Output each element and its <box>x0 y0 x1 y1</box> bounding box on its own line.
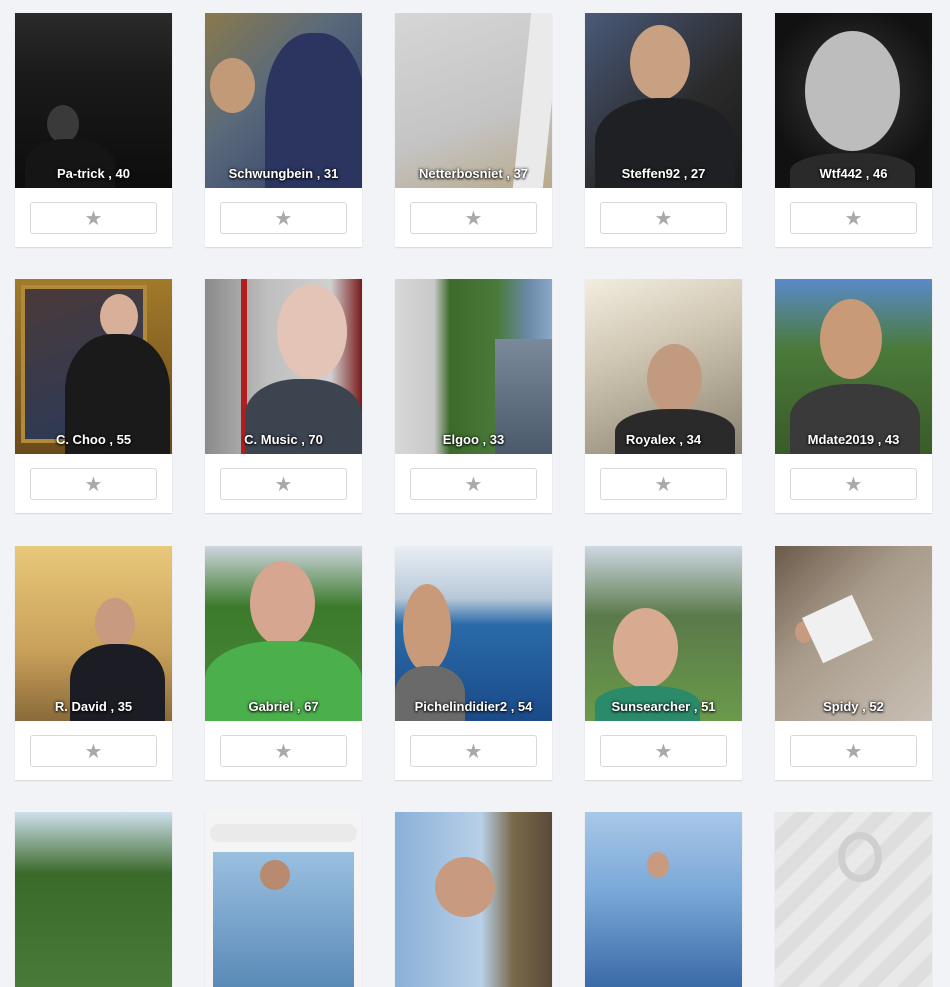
profile-photo[interactable]: Royalex , 34 <box>585 279 742 454</box>
profile-card[interactable]: Gabriel , 67 ★ <box>205 546 362 780</box>
user-placeholder-icon <box>838 832 882 882</box>
star-icon: ★ <box>464 206 483 230</box>
profile-card[interactable] <box>205 812 362 987</box>
star-icon: ★ <box>84 206 103 230</box>
star-icon: ★ <box>844 472 863 496</box>
favorite-button[interactable]: ★ <box>600 468 727 500</box>
profile-name-age: Sunsearcher , 51 <box>611 699 716 714</box>
profile-photo[interactable]: Sunsearcher , 51 <box>585 546 742 721</box>
profile-name-age: R. David , 35 <box>54 699 133 714</box>
profile-card[interactable]: Mdate2019 , 43 ★ <box>775 279 932 513</box>
profile-photo[interactable]: Pichelindidier2 , 54 <box>395 546 552 721</box>
star-icon: ★ <box>654 739 673 763</box>
favorite-button[interactable]: ★ <box>220 468 347 500</box>
profile-name-age: Elgoo , 33 <box>442 432 505 447</box>
star-icon: ★ <box>654 206 673 230</box>
profile-photo[interactable]: Pa-trick , 40 <box>15 13 172 188</box>
profile-photo[interactable] <box>15 812 172 987</box>
star-icon: ★ <box>84 472 103 496</box>
star-icon: ★ <box>464 739 483 763</box>
profile-name-age: Pa-trick , 40 <box>57 166 130 181</box>
favorite-button[interactable]: ★ <box>30 468 157 500</box>
profile-card[interactable]: Elgoo , 33 ★ <box>395 279 552 513</box>
profile-name-age: Wtf442 , 46 <box>819 166 888 181</box>
profile-name-age: Pichelindidier2 , 54 <box>414 699 533 714</box>
profile-name-age: Spidy , 52 <box>823 699 884 714</box>
profile-photo[interactable] <box>205 812 362 987</box>
profile-card[interactable]: Schwungbein , 31 ★ <box>205 13 362 247</box>
profile-photo[interactable]: Gabriel , 67 <box>205 546 362 721</box>
profile-card[interactable] <box>395 812 552 987</box>
profile-card[interactable]: Royalex , 34 ★ <box>585 279 742 513</box>
profile-photo[interactable]: R. David , 35 <box>15 546 172 721</box>
profile-card[interactable] <box>15 812 172 987</box>
profile-photo[interactable]: C. Choo , 55 <box>15 279 172 454</box>
star-icon: ★ <box>844 739 863 763</box>
star-icon: ★ <box>84 739 103 763</box>
profile-card[interactable]: Netterbosniet , 37 ★ <box>395 13 552 247</box>
profile-card[interactable]: Wtf442 , 46 ★ <box>775 13 932 247</box>
favorite-button[interactable]: ★ <box>410 468 537 500</box>
star-icon: ★ <box>654 472 673 496</box>
favorite-button[interactable]: ★ <box>410 202 537 234</box>
star-icon: ★ <box>274 206 293 230</box>
profile-name-age: Royalex , 34 <box>625 432 702 447</box>
favorite-button[interactable]: ★ <box>600 735 727 767</box>
favorite-button[interactable]: ★ <box>30 202 157 234</box>
profile-card[interactable]: C. Music , 70 ★ <box>205 279 362 513</box>
profile-photo[interactable]: Netterbosniet , 37 <box>395 13 552 188</box>
star-icon: ★ <box>464 472 483 496</box>
star-icon: ★ <box>274 472 293 496</box>
favorite-button[interactable]: ★ <box>220 202 347 234</box>
favorite-button[interactable]: ★ <box>600 202 727 234</box>
profile-card[interactable]: Sunsearcher , 51 ★ <box>585 546 742 780</box>
profile-name-age: C. Music , 70 <box>244 432 323 447</box>
profile-card[interactable]: Spidy , 52 ★ <box>775 546 932 780</box>
profile-card[interactable] <box>585 812 742 987</box>
profile-card[interactable]: R. David , 35 ★ <box>15 546 172 780</box>
placeholder-photo[interactable] <box>775 812 932 987</box>
profile-name-age: Schwungbein , 31 <box>228 166 339 181</box>
profile-photo[interactable]: Elgoo , 33 <box>395 279 552 454</box>
profile-name-age: Steffen92 , 27 <box>621 166 706 181</box>
favorite-button[interactable]: ★ <box>220 735 347 767</box>
favorite-button[interactable]: ★ <box>410 735 537 767</box>
favorite-button[interactable]: ★ <box>790 202 917 234</box>
star-icon: ★ <box>844 206 863 230</box>
profile-name-age: Netterbosniet , 37 <box>418 166 529 181</box>
profile-photo[interactable]: Steffen92 , 27 <box>585 13 742 188</box>
favorite-button[interactable]: ★ <box>790 468 917 500</box>
favorite-button[interactable]: ★ <box>790 735 917 767</box>
star-icon: ★ <box>274 739 293 763</box>
profile-photo[interactable]: C. Music , 70 <box>205 279 362 454</box>
profile-card[interactable] <box>775 812 932 987</box>
profile-photo[interactable] <box>585 812 742 987</box>
favorite-button[interactable]: ★ <box>30 735 157 767</box>
profile-photo[interactable] <box>395 812 552 987</box>
profile-photo[interactable]: Spidy , 52 <box>775 546 932 721</box>
profile-name-age: C. Choo , 55 <box>55 432 132 447</box>
profile-name-age: Gabriel , 67 <box>248 699 319 714</box>
profile-card[interactable]: Pa-trick , 40 ★ <box>15 13 172 247</box>
profile-card[interactable]: C. Choo , 55 ★ <box>15 279 172 513</box>
profile-photo[interactable]: Wtf442 , 46 <box>775 13 932 188</box>
profile-card[interactable]: Steffen92 , 27 ★ <box>585 13 742 247</box>
profile-photo[interactable]: Mdate2019 , 43 <box>775 279 932 454</box>
profile-card[interactable]: Pichelindidier2 , 54 ★ <box>395 546 552 780</box>
profile-name-age: Mdate2019 , 43 <box>807 432 900 447</box>
profile-photo[interactable]: Schwungbein , 31 <box>205 13 362 188</box>
